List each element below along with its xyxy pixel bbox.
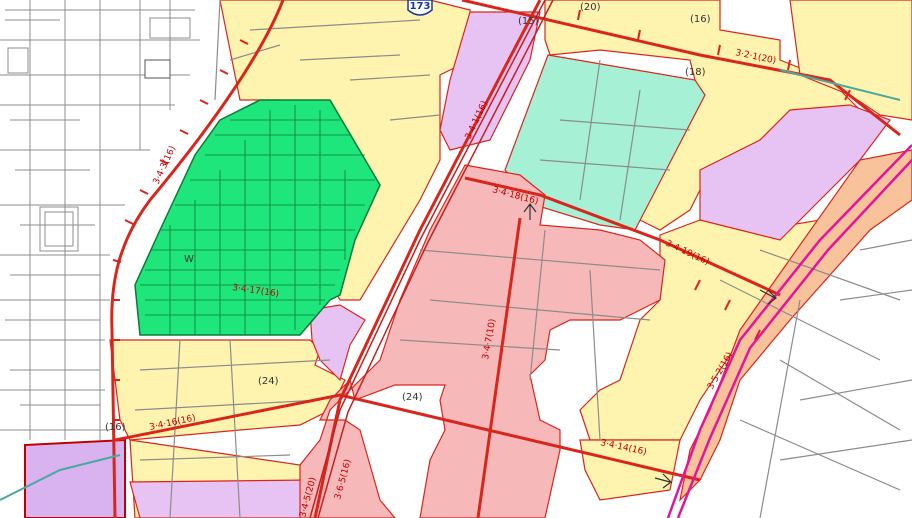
mixed-use-zone-south bbox=[129, 479, 311, 518]
road-label: (16) bbox=[690, 14, 711, 25]
road-label: (20) bbox=[580, 2, 601, 13]
road-label: (24) bbox=[258, 376, 279, 387]
road-label: (24) bbox=[402, 392, 423, 403]
road-label: (16) bbox=[105, 422, 126, 433]
road-label: (15) bbox=[518, 16, 539, 27]
map-view[interactable]: 173 (15) (24) (24) (18) (16) (20) (16) 3… bbox=[0, 0, 912, 518]
zone-label: W bbox=[184, 254, 194, 265]
route-number: 173 bbox=[410, 1, 431, 12]
road-label: (18) bbox=[685, 67, 706, 78]
building-block bbox=[144, 59, 171, 79]
zoning-map[interactable]: 173 (15) (24) (24) (18) (16) (20) (16) 3… bbox=[0, 0, 912, 518]
route-shield[interactable]: 173 bbox=[407, 0, 433, 16]
